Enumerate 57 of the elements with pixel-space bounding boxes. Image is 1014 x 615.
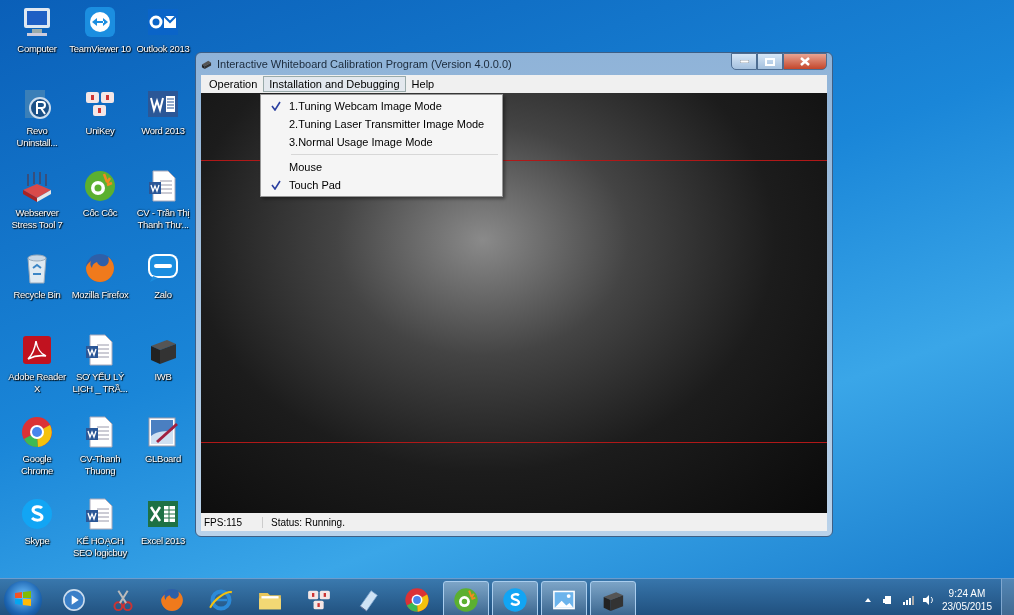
fox-globe-icon bbox=[158, 586, 186, 614]
speaker-icon[interactable] bbox=[921, 594, 934, 606]
close-button[interactable] bbox=[783, 53, 827, 70]
desktop-shortcut[interactable]: Word 2013 bbox=[132, 86, 194, 168]
menu-option[interactable]: 3.Normal Usage Image Mode bbox=[263, 133, 500, 151]
close-icon bbox=[800, 57, 810, 66]
menu-option[interactable]: 1.Tuning Webcam Image Mode bbox=[263, 97, 500, 115]
minimize-icon bbox=[739, 60, 749, 63]
desktop-shortcut[interactable]: TeamViewer 10 bbox=[69, 4, 131, 86]
desktop-shortcut[interactable]: Mozilla Firefox bbox=[69, 250, 131, 332]
maximize-icon bbox=[765, 57, 775, 66]
desktop-shortcut[interactable]: SƠ YẾU LÝ LỊCH _ TRẦ... bbox=[69, 332, 131, 414]
menu-option[interactable]: 2.Tuning Laser Transmitter Image Mode bbox=[263, 115, 500, 133]
desktop-shortcut[interactable]: Webserver Stress Tool 7 bbox=[6, 168, 68, 250]
desktop-shortcut[interactable]: Outlook 2013 bbox=[132, 4, 194, 86]
window-title: Interactive Whiteboard Calibration Program (Version 4.0.0.0) bbox=[217, 58, 512, 70]
desktop-shortcut[interactable]: CV - Trần Thị Thanh Thư... bbox=[132, 168, 194, 250]
maximize-button[interactable] bbox=[757, 53, 783, 70]
s-bubble-icon bbox=[501, 586, 529, 614]
desktop-shortcut[interactable]: Google Chrome bbox=[6, 414, 68, 496]
status-text: Status: Running. bbox=[270, 516, 345, 528]
taskbar-button[interactable] bbox=[492, 581, 538, 615]
arrows-icon bbox=[82, 4, 118, 40]
desktop-shortcut[interactable]: Cốc Cốc bbox=[69, 168, 131, 250]
desktop-shortcut[interactable]: Zalo bbox=[132, 250, 194, 332]
desktop-shortcut[interactable]: Computer bbox=[6, 4, 68, 86]
media-player-icon bbox=[60, 586, 88, 614]
taskbar-button[interactable] bbox=[541, 581, 587, 615]
menu-option[interactable]: Touch Pad bbox=[263, 176, 500, 194]
desktop-shortcut[interactable]: CV-Thanh Thuong bbox=[69, 414, 131, 496]
signal-bars-icon[interactable] bbox=[901, 594, 914, 606]
menu-item[interactable]: Help bbox=[405, 76, 441, 92]
menu-item[interactable]: Installation and Debugging bbox=[263, 76, 406, 92]
desktop-shortcut[interactable]: Skype bbox=[6, 496, 68, 578]
drawing-board-icon bbox=[145, 414, 181, 450]
menu-option[interactable]: Mouse bbox=[263, 158, 500, 176]
browser-icon bbox=[19, 414, 55, 450]
desktop-shortcut[interactable]: Revo Uninstall... bbox=[6, 86, 68, 168]
minimize-button[interactable] bbox=[731, 53, 757, 70]
box-icon bbox=[201, 58, 212, 70]
power-plug-icon[interactable] bbox=[881, 594, 894, 606]
windows-logo-icon bbox=[13, 588, 33, 609]
clock[interactable]: 9:24 AM 23/05/2015 bbox=[941, 587, 992, 613]
desktop-shortcut[interactable]: UniKey bbox=[69, 86, 131, 168]
browser-icon bbox=[403, 586, 431, 614]
desktop-shortcut[interactable]: Adobe Reader X bbox=[6, 332, 68, 414]
s-bubble-icon bbox=[19, 496, 55, 532]
menu-item[interactable]: Operation bbox=[203, 76, 264, 92]
desktop-shortcut[interactable]: KẾ HOẠCH SEO logicbuy bbox=[69, 496, 131, 578]
desktop-shortcut[interactable]: Recycle Bin bbox=[6, 250, 68, 332]
desktop-shortcut[interactable]: GLBoard bbox=[132, 414, 194, 496]
taskbar-button[interactable] bbox=[590, 581, 636, 615]
taskbar-button[interactable] bbox=[443, 581, 489, 615]
fps-readout: FPS:115 bbox=[201, 516, 263, 528]
desktop-shortcut[interactable]: Excel 2013 bbox=[132, 496, 194, 578]
desktop-shortcut[interactable]: IWB bbox=[132, 332, 194, 414]
start-button[interactable] bbox=[4, 581, 42, 615]
